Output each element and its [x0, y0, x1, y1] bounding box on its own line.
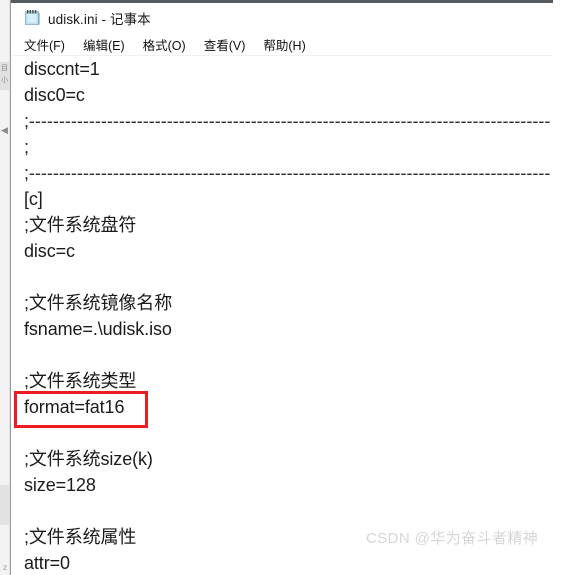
editor-line: disc0=c: [24, 85, 85, 105]
editor-line: ;文件系统镜像名称: [24, 293, 173, 313]
background-strip-glyph-1: 目: [1, 65, 8, 72]
notepad-window: udisk.ini - 记事本 文件(F) 编辑(E) 格式(O) 查看(V) …: [10, 0, 553, 575]
editor-line: size=128: [24, 475, 96, 495]
editor-line: ;文件系统类型: [24, 371, 137, 391]
window-title: udisk.ini - 记事本: [48, 11, 151, 27]
menu-bar: 文件(F) 编辑(E) 格式(O) 查看(V) 帮助(H): [11, 32, 553, 56]
editor-line: attr=0: [24, 553, 70, 573]
editor-line: ;---------------------------------------…: [12, 160, 552, 186]
editor-line-dashes: ----------------------------------------…: [28, 111, 551, 132]
menu-item-view[interactable]: 查看(V): [204, 35, 246, 54]
menu-item-edit[interactable]: 编辑(E): [83, 35, 125, 54]
editor-line: fsname=.\udisk.iso: [24, 319, 172, 339]
editor-line: ;: [24, 137, 29, 157]
editor-line: disc=c: [24, 241, 75, 261]
background-strip-glyph-2: 小: [1, 77, 8, 84]
background-strip-glyph-3: ◀: [1, 126, 8, 135]
editor-line: ;---------------------------------------…: [12, 108, 552, 134]
csdn-watermark: CSDN @华为奋斗者精神: [366, 530, 539, 547]
menu-item-format[interactable]: 格式(O): [143, 35, 186, 54]
background-corner-mark: z: [3, 563, 7, 572]
editor-line: ;文件系统盘符: [24, 215, 137, 235]
editor-line: disccnt=1: [24, 59, 100, 79]
text-editor-area[interactable]: disccnt=1 disc0=c ;-----------------------…: [12, 56, 552, 575]
menu-item-help[interactable]: 帮助(H): [263, 35, 305, 54]
title-bar[interactable]: udisk.ini - 记事本: [11, 3, 553, 32]
notepad-icon: [24, 9, 41, 26]
editor-line: format=fat16: [24, 397, 125, 417]
editor-line-dashes: ----------------------------------------…: [28, 163, 551, 184]
background-strip-tab-lower: [0, 485, 9, 525]
background-window-strip: 目 小 ◀: [0, 0, 10, 575]
menu-item-file[interactable]: 文件(F): [24, 35, 65, 54]
editor-line: [c]: [24, 189, 43, 209]
editor-line: ;文件系统size(k): [24, 449, 153, 469]
